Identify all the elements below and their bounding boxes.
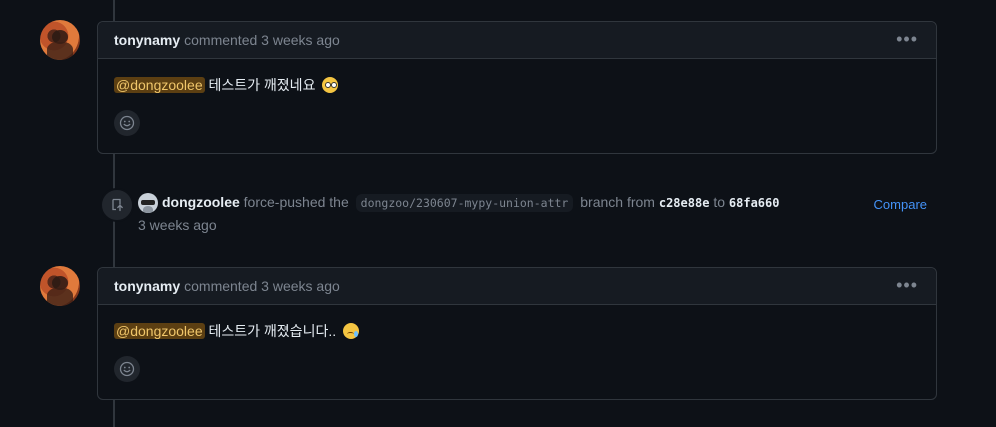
kebab-horizontal-icon[interactable]: ••• <box>896 30 918 48</box>
add-reaction-button[interactable] <box>114 110 140 136</box>
branch-name[interactable]: dongzoo/230607-mypy-union-attr <box>355 194 574 212</box>
event-from-text: branch from <box>580 194 655 210</box>
comment-text: 테스트가 깨졌네요 <box>208 77 316 93</box>
event-description: dongzoolee force-pushed the dongzoo/2306… <box>162 194 780 212</box>
avatar[interactable] <box>138 193 158 213</box>
comment-timestamp[interactable]: commented 3 weeks ago <box>184 278 340 294</box>
comment-author[interactable]: tonynamy <box>114 278 180 294</box>
avatar[interactable] <box>40 20 80 60</box>
comment-author[interactable]: tonynamy <box>114 32 180 48</box>
comment-text: 테스트가 깨졌습니다.. <box>208 323 337 339</box>
comment-body: @dongzoolee 테스트가 깨졌습니다.. <box>98 305 936 399</box>
comment-timestamp[interactable]: commented 3 weeks ago <box>184 32 340 48</box>
face-with-spiral-eyes-icon <box>322 77 339 93</box>
add-reaction-button[interactable] <box>114 356 140 382</box>
comment-header: tonynamy commented 3 weeks ago ••• <box>98 268 936 305</box>
event-action: force-pushed the <box>243 194 349 210</box>
user-mention[interactable]: @dongzoolee <box>114 77 205 93</box>
user-mention[interactable]: @dongzoolee <box>114 323 205 339</box>
smiley-icon <box>119 361 135 377</box>
compare-link[interactable]: Compare <box>874 197 927 212</box>
avatar[interactable] <box>40 266 80 306</box>
face-holding-back-tears-icon <box>343 323 359 339</box>
comment-body: @dongzoolee 테스트가 깨졌네요 <box>98 59 936 153</box>
timeline-event-force-push: dongzoolee force-pushed the dongzoo/2306… <box>100 188 940 238</box>
comment-card: tonynamy commented 3 weeks ago ••• @dong… <box>97 21 937 154</box>
repo-push-icon <box>100 188 134 222</box>
to-commit-sha[interactable]: 68fa660 <box>729 196 780 210</box>
smiley-icon <box>119 115 135 131</box>
event-timestamp[interactable]: 3 weeks ago <box>138 217 217 233</box>
event-author[interactable]: dongzoolee <box>162 194 240 210</box>
event-to-text: to <box>713 194 725 210</box>
comment-card: tonynamy commented 3 weeks ago ••• @dong… <box>97 267 937 400</box>
kebab-horizontal-icon[interactable]: ••• <box>896 276 918 294</box>
comment-header: tonynamy commented 3 weeks ago ••• <box>98 22 936 59</box>
from-commit-sha[interactable]: c28e88e <box>659 196 710 210</box>
